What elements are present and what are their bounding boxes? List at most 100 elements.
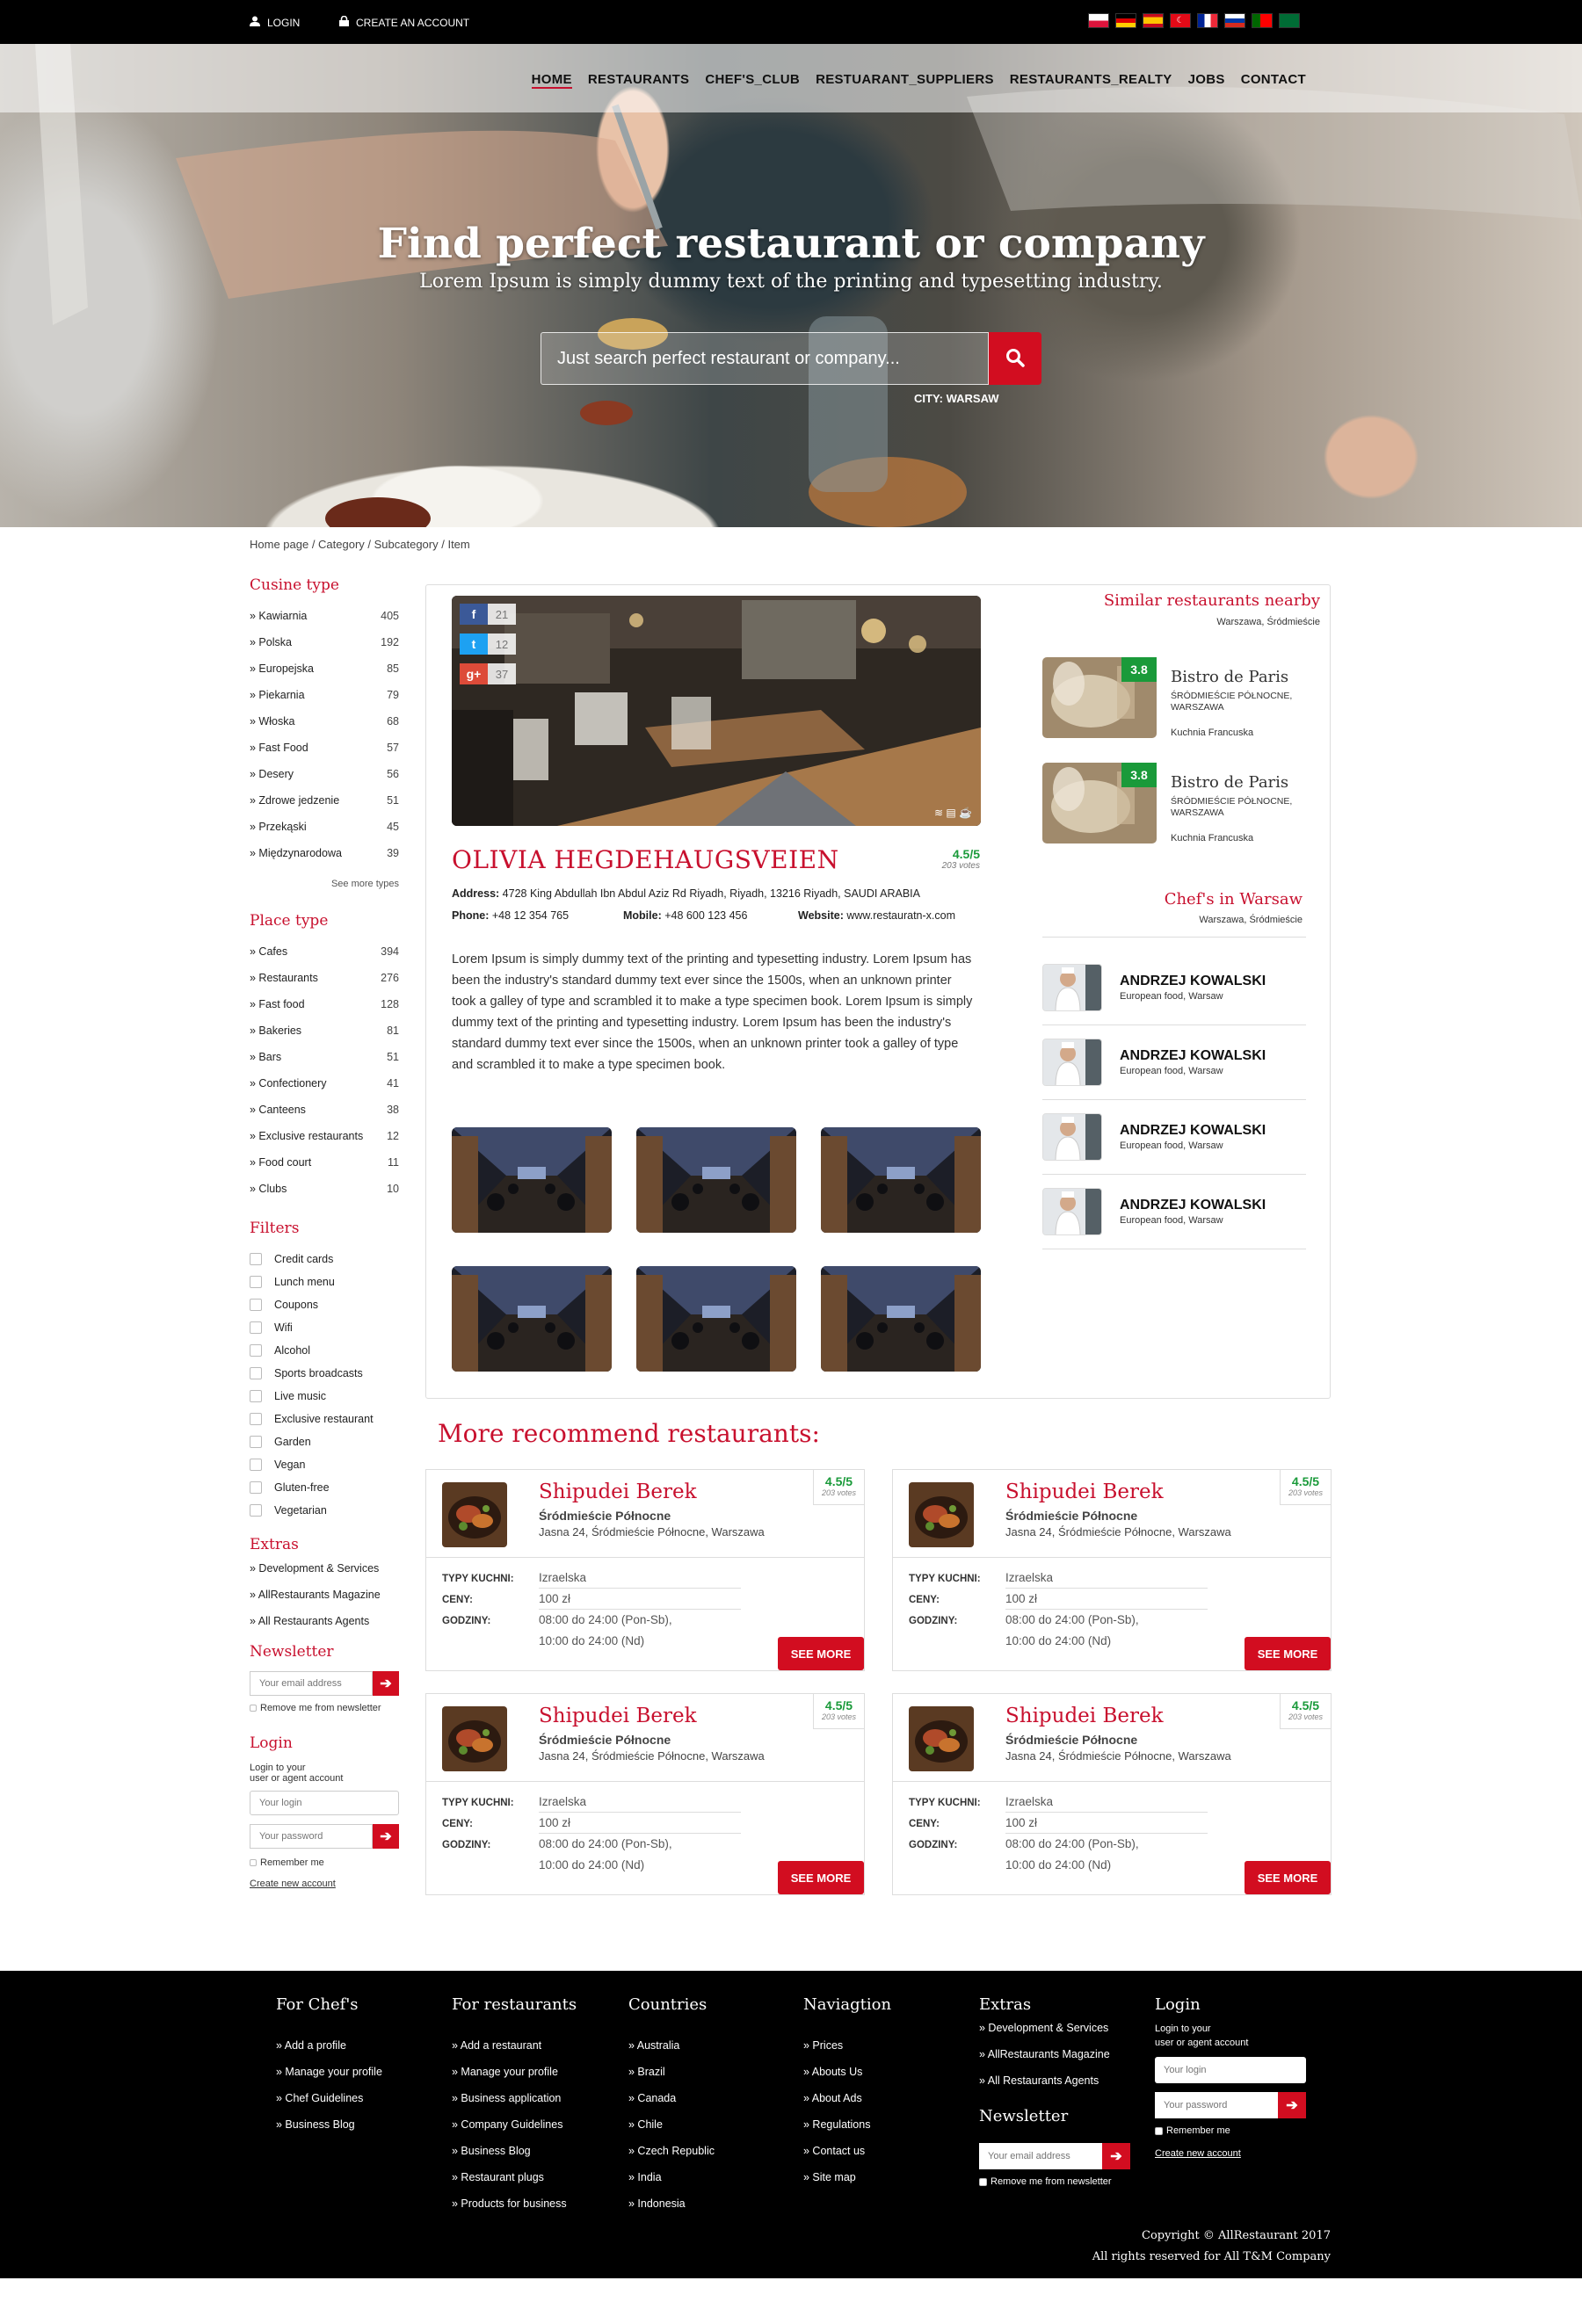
filter-option[interactable]: Credit cards bbox=[250, 1248, 399, 1271]
recommended-food-image[interactable] bbox=[909, 1706, 974, 1771]
recommended-food-image[interactable] bbox=[442, 1482, 507, 1547]
flag-de-icon[interactable] bbox=[1115, 13, 1136, 28]
see-more-button[interactable]: SEE MORE bbox=[1245, 1861, 1331, 1894]
similar-restaurant-card[interactable]: 3.8 Bistro de Paris ŚRÓDMIEŚCIE PÓŁNOCNE, … bbox=[1042, 763, 1306, 843]
password-input[interactable] bbox=[250, 1824, 373, 1849]
filter-option[interactable]: Coupons bbox=[250, 1293, 399, 1316]
footer-link[interactable]: » Restaurant plugs bbox=[452, 2171, 567, 2197]
login-link[interactable]: LOGIN bbox=[250, 16, 300, 29]
cuisine-item[interactable]: » Europejska 85 bbox=[250, 662, 399, 689]
cuisine-item[interactable]: » Desery 56 bbox=[250, 768, 399, 794]
footer-link[interactable]: » Australia bbox=[628, 2039, 715, 2066]
footer-link[interactable]: » Company Guidelines bbox=[452, 2118, 567, 2145]
see-more-button[interactable]: SEE MORE bbox=[1245, 1637, 1331, 1670]
footer-remember[interactable]: Remember me bbox=[1155, 2125, 1230, 2136]
footer-link[interactable]: » Business Blog bbox=[276, 2118, 382, 2145]
footer-link[interactable]: » Manage your profile bbox=[276, 2066, 382, 2092]
place-item[interactable]: » Fast food 128 bbox=[250, 998, 399, 1024]
see-more-button[interactable]: SEE MORE bbox=[778, 1861, 864, 1894]
extras-link[interactable]: » All Restaurants Agents bbox=[250, 1615, 399, 1641]
filter-checkbox[interactable] bbox=[250, 1504, 262, 1517]
recommended-name[interactable]: Shipudei Berek bbox=[539, 1481, 697, 1503]
filter-option[interactable]: Vegetarian bbox=[250, 1499, 399, 1522]
place-item[interactable]: » Cafes 394 bbox=[250, 945, 399, 972]
flag-fr-icon[interactable] bbox=[1197, 13, 1218, 28]
breadcrumb[interactable]: Home page / Category / Subcategory / Ite… bbox=[250, 538, 470, 551]
place-item[interactable]: » Bakeries 81 bbox=[250, 1024, 399, 1051]
search-input[interactable] bbox=[541, 333, 988, 384]
nav-contact[interactable]: CONTACT bbox=[1241, 72, 1306, 89]
flag-es-icon[interactable] bbox=[1143, 13, 1164, 28]
gallery-thumbnail[interactable] bbox=[452, 1127, 612, 1233]
footer-link[interactable]: » All Restaurants Agents bbox=[979, 2074, 1110, 2101]
place-item[interactable]: » Restaurants 276 bbox=[250, 972, 399, 998]
nav-restaurants[interactable]: RESTAURANTS bbox=[588, 72, 690, 89]
chef-item[interactable]: ANDRZEJ KOWALSKI European food, Warsaw bbox=[1042, 1025, 1306, 1100]
filter-checkbox[interactable] bbox=[250, 1276, 262, 1288]
newsletter-email-input[interactable] bbox=[250, 1671, 373, 1696]
filter-option[interactable]: Vegan bbox=[250, 1453, 399, 1476]
chef-item[interactable]: ANDRZEJ KOWALSKI European food, Warsaw bbox=[1042, 1100, 1306, 1175]
footer-link[interactable]: » Prices bbox=[803, 2039, 870, 2066]
chef-item[interactable]: ANDRZEJ KOWALSKI European food, Warsaw bbox=[1042, 1175, 1306, 1249]
nav-chefs-club[interactable]: CHEF'S_CLUB bbox=[705, 72, 800, 89]
extras-link[interactable]: » AllRestaurants Magazine bbox=[250, 1589, 399, 1615]
nav-home[interactable]: HOME bbox=[531, 72, 572, 89]
flag-ru-icon[interactable] bbox=[1224, 13, 1245, 28]
place-item[interactable]: » Canteens 38 bbox=[250, 1104, 399, 1130]
footer-link[interactable]: » Site map bbox=[803, 2171, 870, 2197]
footer-link[interactable]: » Chef Guidelines bbox=[276, 2092, 382, 2118]
cuisine-item[interactable]: » Zdrowe jedzenie 51 bbox=[250, 794, 399, 821]
search-button[interactable] bbox=[989, 332, 1041, 385]
footer-link[interactable]: » AllRestaurants Magazine bbox=[979, 2048, 1110, 2074]
similar-restaurant-card[interactable]: 3.8 Bistro de Paris ŚRÓDMIEŚCIE PÓŁNOCNE, … bbox=[1042, 657, 1306, 738]
filter-checkbox[interactable] bbox=[250, 1299, 262, 1311]
create-account-link-side[interactable]: Create new account bbox=[250, 1879, 399, 1889]
google-plus-share[interactable]: g+ 37 bbox=[460, 663, 516, 684]
place-item[interactable]: » Bars 51 bbox=[250, 1051, 399, 1077]
cuisine-item[interactable]: » Polska 192 bbox=[250, 636, 399, 662]
footer-link[interactable]: » India bbox=[628, 2171, 715, 2197]
filter-checkbox[interactable] bbox=[250, 1390, 262, 1402]
footer-password-input[interactable] bbox=[1155, 2092, 1278, 2118]
nav-realty[interactable]: RESTAURANTS_REALTY bbox=[1010, 72, 1172, 89]
filter-option[interactable]: Exclusive restaurant bbox=[250, 1408, 399, 1430]
footer-newsletter-input[interactable] bbox=[979, 2143, 1102, 2169]
flag-pl-icon[interactable] bbox=[1088, 13, 1109, 28]
website-link[interactable]: www.restauratn-x.com bbox=[846, 909, 955, 922]
place-item[interactable]: » Food court 11 bbox=[250, 1156, 399, 1183]
newsletter-submit-button[interactable]: ➔ bbox=[373, 1671, 399, 1696]
gallery-thumbnail[interactable] bbox=[452, 1266, 612, 1372]
see-more-link[interactable]: See more types bbox=[250, 879, 399, 889]
flag-pt-icon[interactable] bbox=[1252, 13, 1273, 28]
footer-link[interactable]: » Development & Services bbox=[979, 2022, 1110, 2048]
place-item[interactable]: » Confectionery 41 bbox=[250, 1077, 399, 1104]
cuisine-item[interactable]: » Włoska 68 bbox=[250, 715, 399, 742]
footer-newsletter-remove[interactable]: Remove me from newsletter bbox=[979, 2176, 1112, 2187]
place-item[interactable]: » Clubs 10 bbox=[250, 1183, 399, 1209]
footer-link[interactable]: » Add a profile bbox=[276, 2039, 382, 2066]
restaurant-photo[interactable]: ≋ ▤ ☕ bbox=[452, 596, 981, 826]
gallery-thumbnail[interactable] bbox=[636, 1127, 796, 1233]
flag-tr-icon[interactable]: ☾ bbox=[1170, 13, 1191, 28]
footer-link[interactable]: » About Ads bbox=[803, 2092, 870, 2118]
filter-checkbox[interactable] bbox=[250, 1436, 262, 1448]
recommended-food-image[interactable] bbox=[442, 1706, 507, 1771]
facebook-share[interactable]: f 21 bbox=[460, 604, 516, 625]
filter-option[interactable]: Live music bbox=[250, 1385, 399, 1408]
footer-link[interactable]: » Brazil bbox=[628, 2066, 715, 2092]
city-selector[interactable]: CITY: WARSAW bbox=[914, 392, 999, 405]
remember-option[interactable]: Remember me bbox=[250, 1857, 399, 1868]
flag-sa-icon[interactable] bbox=[1279, 13, 1300, 28]
filter-option[interactable]: Lunch menu bbox=[250, 1271, 399, 1293]
cuisine-item[interactable]: » Kawiarnia 405 bbox=[250, 610, 399, 636]
recommended-name[interactable]: Shipudei Berek bbox=[1005, 1481, 1164, 1503]
footer-link[interactable]: » Manage your profile bbox=[452, 2066, 567, 2092]
filter-option[interactable]: Gluten-free bbox=[250, 1476, 399, 1499]
footer-link[interactable]: » Abouts Us bbox=[803, 2066, 870, 2092]
filter-checkbox[interactable] bbox=[250, 1253, 262, 1265]
footer-link[interactable]: » Czech Republic bbox=[628, 2145, 715, 2171]
footer-login-input[interactable] bbox=[1155, 2057, 1306, 2083]
footer-newsletter-submit[interactable]: ➔ bbox=[1102, 2143, 1130, 2169]
footer-link[interactable]: » Business Blog bbox=[452, 2145, 567, 2171]
